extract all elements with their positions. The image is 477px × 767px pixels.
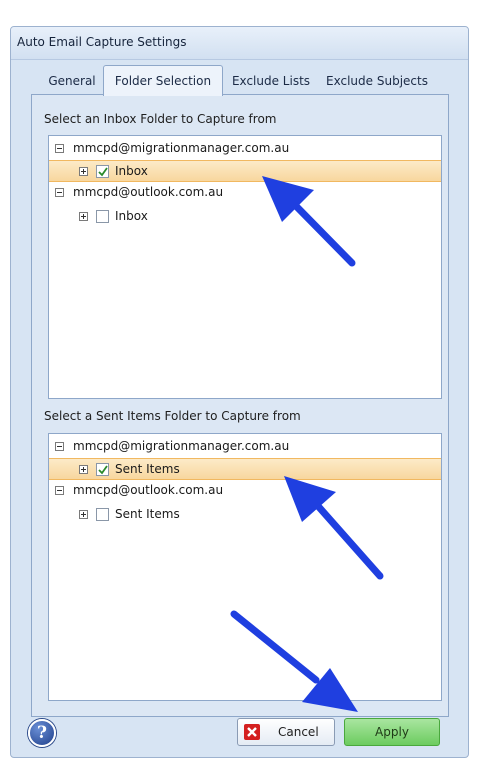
plus-expander-icon[interactable]: [79, 212, 88, 221]
account-label: mmcpd@migrationmanager.com.au: [73, 141, 290, 155]
help-icon[interactable]: ?: [28, 719, 56, 747]
inbox-folder-tree[interactable]: mmcpd@migrationmanager.com.au Inbox mmcp…: [48, 135, 442, 399]
settings-window: Auto Email Capture Settings General Fold…: [10, 26, 469, 758]
folder-label: Sent Items: [115, 507, 180, 521]
checkmark-icon: [98, 465, 108, 475]
account-label: mmcpd@migrationmanager.com.au: [73, 439, 290, 453]
sent-section-label: Select a Sent Items Folder to Capture fr…: [44, 409, 301, 423]
account-label: mmcpd@outlook.com.au: [73, 185, 224, 199]
tree-account-node[interactable]: mmcpd@migrationmanager.com.au: [49, 138, 441, 160]
folder-label: Inbox: [115, 164, 148, 178]
tab-exclude-lists[interactable]: Exclude Lists: [225, 69, 317, 93]
folder-selection-panel: Select an Inbox Folder to Capture from m…: [31, 94, 449, 717]
folder-label: Sent Items: [115, 462, 180, 476]
tab-exclude-subjects[interactable]: Exclude Subjects: [321, 69, 433, 93]
minus-expander-icon[interactable]: [55, 486, 64, 495]
minus-expander-icon[interactable]: [55, 144, 64, 153]
minus-expander-icon[interactable]: [55, 442, 64, 451]
title-bar: Auto Email Capture Settings: [11, 27, 468, 60]
tab-folder-selection[interactable]: Folder Selection: [103, 65, 223, 96]
close-x-icon: [244, 724, 260, 740]
inbox-section-label: Select an Inbox Folder to Capture from: [44, 112, 277, 126]
plus-expander-icon[interactable]: [79, 510, 88, 519]
tree-folder-node-selected[interactable]: Sent Items: [49, 458, 441, 480]
sent-folder-tree[interactable]: mmcpd@migrationmanager.com.au Sent Items…: [48, 433, 442, 701]
folder-checkbox[interactable]: [96, 210, 109, 223]
window-title: Auto Email Capture Settings: [17, 35, 187, 49]
cancel-label: Cancel: [278, 725, 319, 739]
apply-label: Apply: [375, 725, 409, 739]
account-label: mmcpd@outlook.com.au: [73, 483, 224, 497]
checkmark-icon: [98, 167, 108, 177]
tree-account-node[interactable]: mmcpd@outlook.com.au: [49, 182, 441, 204]
tree-folder-node[interactable]: Sent Items: [49, 504, 441, 526]
cancel-button[interactable]: Cancel: [237, 718, 335, 746]
folder-checkbox-checked[interactable]: [96, 463, 109, 476]
minus-expander-icon[interactable]: [55, 188, 64, 197]
folder-checkbox-checked[interactable]: [96, 165, 109, 178]
folder-label: Inbox: [115, 209, 148, 223]
tree-folder-node[interactable]: Inbox: [49, 206, 441, 228]
apply-button[interactable]: Apply: [344, 718, 440, 746]
tab-general[interactable]: General: [41, 69, 103, 93]
tree-account-node[interactable]: mmcpd@outlook.com.au: [49, 480, 441, 502]
folder-checkbox[interactable]: [96, 508, 109, 521]
tree-folder-node-selected[interactable]: Inbox: [49, 160, 441, 182]
plus-expander-icon[interactable]: [79, 465, 88, 474]
plus-expander-icon[interactable]: [79, 167, 88, 176]
tree-account-node[interactable]: mmcpd@migrationmanager.com.au: [49, 436, 441, 458]
